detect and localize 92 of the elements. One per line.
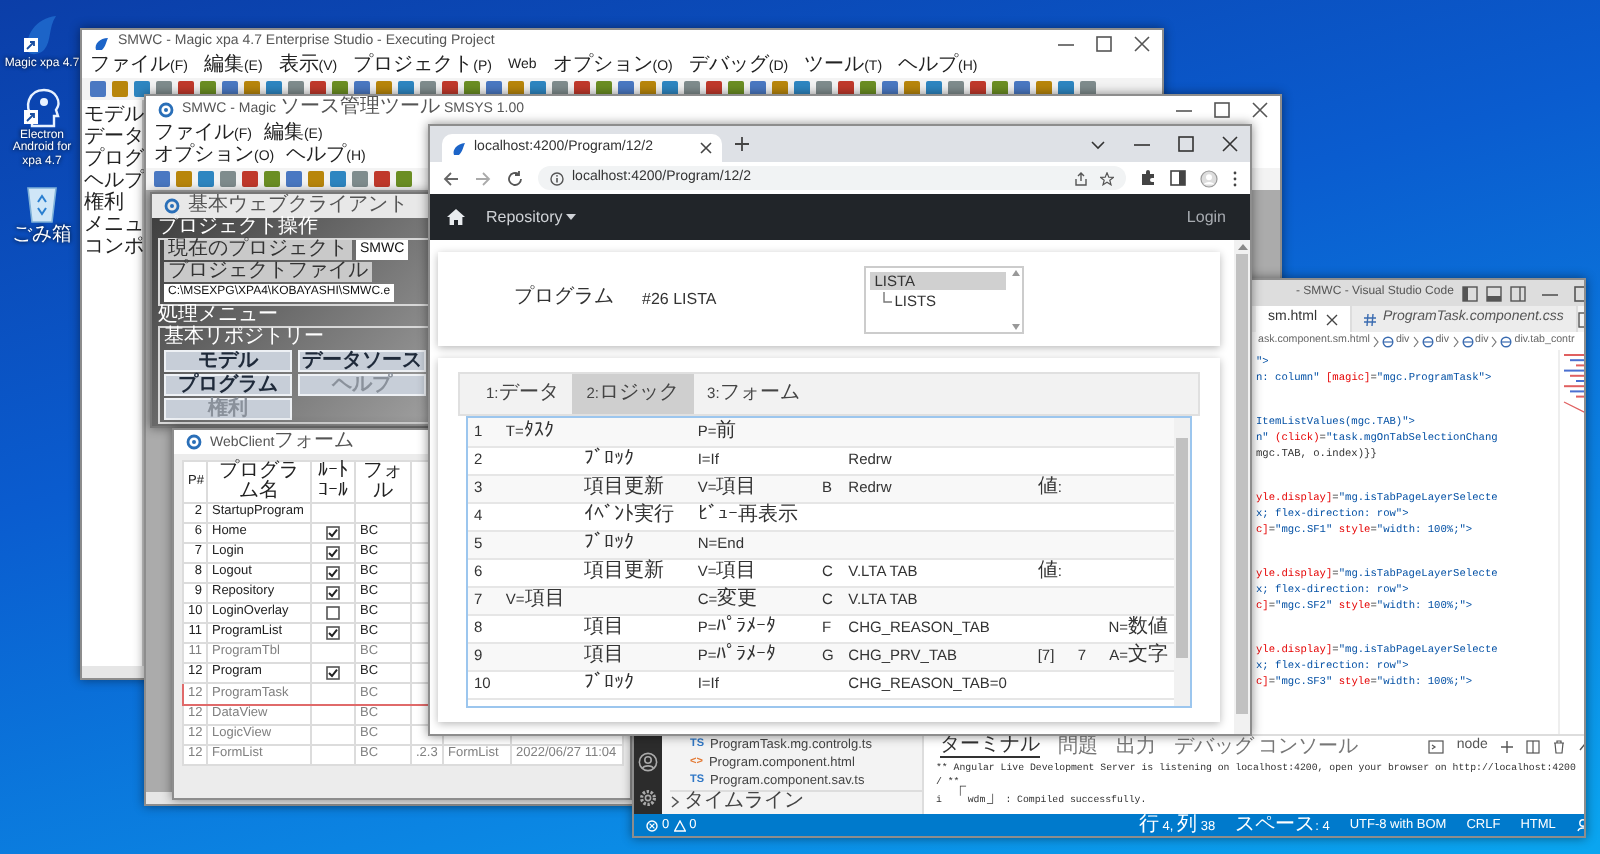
- group-label: プロジェクト操作: [158, 218, 320, 238]
- table-cell: 項目: [578, 614, 692, 642]
- field-label: プログラム: [514, 288, 614, 310]
- layout-icon[interactable]: [1461, 285, 1478, 301]
- chevron-icon: [1411, 335, 1420, 347]
- tree-item[interactable]: コンポ: [84, 238, 142, 259]
- column-header: フォル: [355, 461, 411, 503]
- table-cell: ﾌﾞﾛｯｸ: [578, 670, 692, 698]
- tree-item[interactable]: データ: [84, 128, 142, 149]
- tree-item[interactable]: ヘルプ: [84, 172, 142, 193]
- scrollbar[interactable]: [1234, 240, 1250, 734]
- menu-icon[interactable]: [1232, 169, 1238, 187]
- star-icon[interactable]: [1100, 171, 1114, 185]
- column-header: ﾙｰﾄｺｰﾙ: [311, 461, 355, 503]
- new-tab-icon[interactable]: [734, 136, 750, 152]
- maximize-icon[interactable]: [1214, 101, 1230, 117]
- app-icon: [94, 35, 110, 51]
- checkbox[interactable]: [326, 565, 340, 580]
- layout-icon[interactable]: [1509, 285, 1526, 301]
- field-label: 現在のプロジェクト: [164, 240, 352, 260]
- puzzle-icon[interactable]: [1140, 170, 1156, 186]
- terminal-icon: [1428, 739, 1445, 754]
- scrollbar-thumb[interactable]: [1176, 438, 1188, 658]
- head-icon[interactable]: [20, 83, 64, 128]
- menu-button[interactable]: データソース: [298, 350, 426, 372]
- tree-item[interactable]: メニュ: [84, 216, 142, 237]
- plus-icon[interactable]: [1499, 739, 1514, 754]
- hash-icon: [1363, 313, 1375, 325]
- chevron-down-icon[interactable]: [1090, 136, 1106, 152]
- icon-label: ごみ箱: [12, 226, 72, 247]
- layout-icon[interactable]: [1485, 285, 1502, 301]
- checkbox[interactable]: [326, 665, 340, 680]
- table-cell: 項目更新: [578, 558, 692, 586]
- sidebar-icon[interactable]: [1170, 170, 1186, 186]
- timeline-section[interactable]: タイムライン: [670, 790, 922, 812]
- tree-item[interactable]: 権利: [84, 194, 142, 215]
- panel-tab[interactable]: 出力: [1116, 737, 1156, 757]
- tree-item[interactable]: プログ: [84, 150, 142, 171]
- scrollbar[interactable]: [1174, 418, 1190, 706]
- close-icon[interactable]: [1222, 136, 1238, 152]
- field-label: プロジェクトファイル: [164, 262, 372, 282]
- window-title: 基本ウェブクライアント: [188, 196, 408, 216]
- chevron-icon: [1490, 335, 1499, 347]
- error-icon[interactable]: [646, 819, 658, 831]
- login-link[interactable]: Login: [1186, 207, 1226, 227]
- account-icon[interactable]: [638, 752, 658, 772]
- chevron-icon: [670, 796, 680, 808]
- checkbox[interactable]: [326, 525, 340, 540]
- scroll-up-icon[interactable]: [1237, 244, 1247, 250]
- tree-connector-icon: [882, 292, 893, 308]
- back-icon[interactable]: [442, 169, 460, 187]
- group-label: 基本リポジトリー: [164, 328, 326, 348]
- scroll-down-icon[interactable]: [1012, 323, 1021, 329]
- column-header: プログラム名: [207, 461, 311, 503]
- close-icon[interactable]: [1325, 313, 1337, 325]
- checkbox[interactable]: [326, 545, 340, 560]
- warning-icon[interactable]: [673, 819, 686, 831]
- panel-tab[interactable]: 問題: [1058, 737, 1098, 757]
- menu-button[interactable]: プログラム: [164, 374, 292, 396]
- home-icon[interactable]: [446, 208, 466, 226]
- table-cell: ｲﾍﾞﾝﾄ実行: [578, 502, 692, 530]
- checkbox[interactable]: [326, 605, 340, 620]
- table-cell: 項目更新: [578, 474, 692, 502]
- group-label: 処理メニュー: [158, 306, 280, 326]
- settings-icon[interactable]: [638, 788, 658, 808]
- reload-icon[interactable]: [506, 169, 524, 187]
- close-icon[interactable]: [1134, 35, 1150, 51]
- maximize-icon[interactable]: [1178, 136, 1194, 152]
- info-icon: [550, 171, 564, 185]
- table-cell: 項目: [578, 642, 692, 670]
- program-value: #26 LISTA: [642, 289, 717, 309]
- chevron-icon: [1451, 335, 1459, 347]
- tree-item[interactable]: モデル: [84, 106, 142, 127]
- repository-menu[interactable]: Repository: [486, 207, 577, 227]
- trash-icon[interactable]: [1551, 739, 1566, 754]
- caret-icon: [566, 214, 577, 220]
- panel-tab[interactable]: デバッグ コンソール: [1174, 737, 1358, 757]
- favicon-icon: [452, 141, 466, 155]
- table-cell: ﾌﾞﾛｯｸ: [578, 446, 692, 474]
- profile-icon[interactable]: [1200, 169, 1218, 187]
- checkbox[interactable]: [326, 585, 340, 600]
- maximize-icon[interactable]: [1096, 35, 1112, 51]
- close-icon[interactable]: [700, 142, 712, 154]
- share-icon[interactable]: [1074, 171, 1088, 185]
- chevron-icon: [1371, 335, 1380, 347]
- table-cell: ﾌﾞﾛｯｸ: [578, 530, 692, 558]
- scrollbar-thumb[interactable]: [1236, 254, 1248, 714]
- checkbox[interactable]: [326, 625, 340, 640]
- table-cell: ﾋﾞｭｰ再表示: [691, 502, 817, 530]
- split-icon[interactable]: [1525, 739, 1540, 754]
- menu-button[interactable]: モデル: [164, 350, 292, 372]
- close-icon[interactable]: [1252, 101, 1268, 117]
